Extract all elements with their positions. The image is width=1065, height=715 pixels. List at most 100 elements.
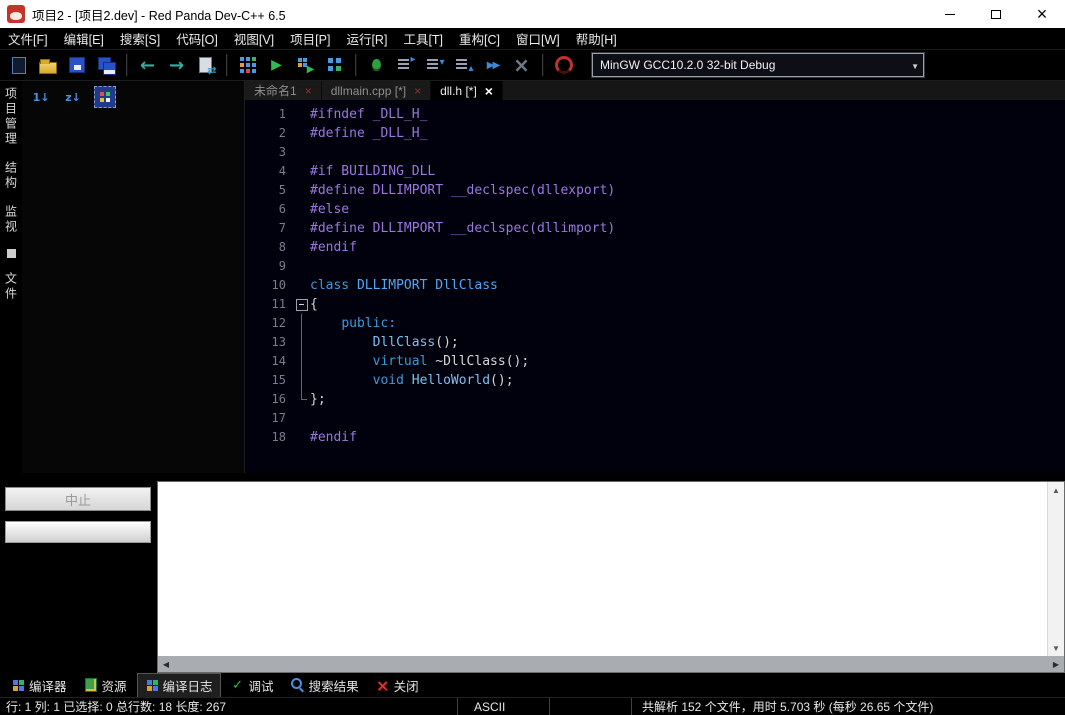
- code-token: virtual: [373, 354, 428, 369]
- menu-refactor[interactable]: 重构[C]: [451, 28, 508, 49]
- toolbar-separator: [355, 54, 356, 76]
- code-text: #endif: [310, 428, 357, 447]
- profiler-button[interactable]: [550, 52, 577, 79]
- bottom-left-column: 中止: [0, 473, 157, 673]
- new-file-button[interactable]: [5, 52, 32, 79]
- scroll-up-icon[interactable]: [1048, 482, 1064, 498]
- fold-column: [295, 143, 310, 162]
- code-token: HelloWorld: [412, 373, 490, 388]
- search-icon: [291, 678, 305, 692]
- stop-button[interactable]: [508, 52, 535, 79]
- minimize-icon: [945, 14, 955, 15]
- tab-label: dll.h [*]: [440, 84, 477, 98]
- swap-header-source-button[interactable]: [192, 52, 219, 79]
- compile-run-button[interactable]: [292, 52, 319, 79]
- vertical-scrollbar[interactable]: [1047, 482, 1064, 656]
- editor-tab-untitled1[interactable]: 未命名1: [245, 81, 322, 100]
- fold-column: [295, 257, 310, 276]
- menu-help[interactable]: 帮助[H]: [568, 28, 625, 49]
- toolbar-separator: [226, 54, 227, 76]
- bottom-tab-compiler[interactable]: 编译器: [4, 674, 74, 697]
- sort-alphabetically-button[interactable]: z↓: [62, 86, 84, 108]
- forward-arrow-button[interactable]: [163, 52, 190, 79]
- save-button[interactable]: [63, 52, 90, 79]
- tab-close-icon[interactable]: [485, 84, 493, 98]
- fold-column: [295, 162, 310, 181]
- line-number: 4: [245, 162, 295, 181]
- bottom-tab-resources[interactable]: 资源: [77, 674, 134, 697]
- run-button[interactable]: [263, 52, 290, 79]
- bottom-tab-debug[interactable]: 调试: [224, 674, 281, 697]
- step-into-icon: [423, 53, 447, 77]
- code-token: ();: [490, 373, 513, 388]
- menu-file[interactable]: 文件[F]: [0, 28, 56, 49]
- horizontal-scrollbar[interactable]: [158, 656, 1064, 672]
- editor-tab-dllmain-cpp[interactable]: dllmain.cpp [*]: [322, 81, 431, 100]
- menu-search[interactable]: 搜索[S]: [112, 28, 168, 49]
- code-text: #define DLLIMPORT __declspec(dllexport): [310, 181, 615, 200]
- compile-button[interactable]: [234, 52, 261, 79]
- maximize-button[interactable]: [973, 0, 1019, 28]
- code-editor[interactable]: 1#ifndef _DLL_H_2#define _DLL_H_34#if BU…: [245, 100, 1065, 473]
- code-token: };: [310, 392, 326, 407]
- code-token: [404, 373, 412, 388]
- side-tab-structure[interactable]: 结构: [3, 161, 20, 191]
- menu-code[interactable]: 代码[O]: [168, 28, 226, 49]
- code-token: [310, 335, 373, 350]
- swap-header-source-icon: [194, 53, 218, 77]
- menu-run[interactable]: 运行[R]: [338, 28, 395, 49]
- close-button[interactable]: [1019, 0, 1065, 28]
- side-tab-project-manager[interactable]: 项目管理: [3, 87, 20, 147]
- bottom-tab-close[interactable]: 关闭: [369, 674, 426, 697]
- minimize-button[interactable]: [927, 0, 973, 28]
- status-parse-info: 共解析 152 个文件，用时 5.703 秒 (每秒 26.65 个文件): [632, 698, 1065, 715]
- scroll-right-icon[interactable]: [1048, 660, 1064, 669]
- code-text: {: [310, 295, 318, 314]
- abort-button[interactable]: 中止: [5, 487, 151, 511]
- tab-label: dllmain.cpp [*]: [331, 84, 406, 98]
- code-token: DllClass: [435, 278, 498, 293]
- menu-window[interactable]: 窗口[W]: [508, 28, 568, 49]
- compile-log-output[interactable]: [158, 482, 1047, 656]
- continue-button[interactable]: [479, 52, 506, 79]
- step-out-button[interactable]: [450, 52, 477, 79]
- rebuild-button[interactable]: [321, 52, 348, 79]
- continue-icon: [481, 53, 505, 77]
- menu-edit[interactable]: 编辑[E]: [56, 28, 112, 49]
- scroll-left-icon[interactable]: [158, 660, 174, 669]
- tab-close-icon[interactable]: [305, 85, 312, 97]
- compiler-select[interactable]: MinGW GCC10.2.0 32-bit Debug: [592, 53, 924, 77]
- toolbar-separator: [126, 54, 127, 76]
- project-panel: 1↓ z↓: [22, 81, 245, 473]
- open-folder-button[interactable]: [34, 52, 61, 79]
- fold-column: [295, 428, 310, 447]
- bottom-tab-compile-log[interactable]: 编译日志: [137, 673, 221, 698]
- menu-tools[interactable]: 工具[T]: [395, 28, 451, 49]
- step-over-button[interactable]: [392, 52, 419, 79]
- editor-column: 未命名1 dllmain.cpp [*] dll.h [*] 1#ifndef _D…: [245, 81, 1065, 473]
- line-number: 1: [245, 105, 295, 124]
- compile-log-body: [158, 482, 1064, 656]
- back-arrow-button[interactable]: [134, 52, 161, 79]
- project-tree[interactable]: [22, 113, 244, 473]
- code-token: DLLIMPORT: [357, 278, 427, 293]
- bottom-tab-search-results[interactable]: 搜索结果: [284, 674, 366, 697]
- fold-line: [295, 314, 310, 333]
- fold-column: [295, 219, 310, 238]
- code-line: 12 public:: [245, 314, 1065, 333]
- scroll-down-icon[interactable]: [1048, 640, 1064, 656]
- side-tab-files[interactable]: 文件: [3, 272, 20, 302]
- app-icon: [7, 5, 25, 23]
- tab-close-icon[interactable]: [414, 85, 421, 97]
- side-tab-watch[interactable]: 监视: [3, 205, 20, 235]
- class-browser-view-button[interactable]: [94, 86, 116, 108]
- menu-project[interactable]: 项目[P]: [282, 28, 338, 49]
- debug-button[interactable]: [363, 52, 390, 79]
- menu-view[interactable]: 视图[V]: [226, 28, 282, 49]
- fold-toggle-icon[interactable]: [295, 295, 310, 314]
- sort-by-type-button[interactable]: 1↓: [30, 86, 52, 108]
- save-all-button[interactable]: [92, 52, 119, 79]
- step-into-button[interactable]: [421, 52, 448, 79]
- editor-tab-dll-h[interactable]: dll.h [*]: [431, 81, 503, 100]
- debug-icon: [365, 53, 389, 77]
